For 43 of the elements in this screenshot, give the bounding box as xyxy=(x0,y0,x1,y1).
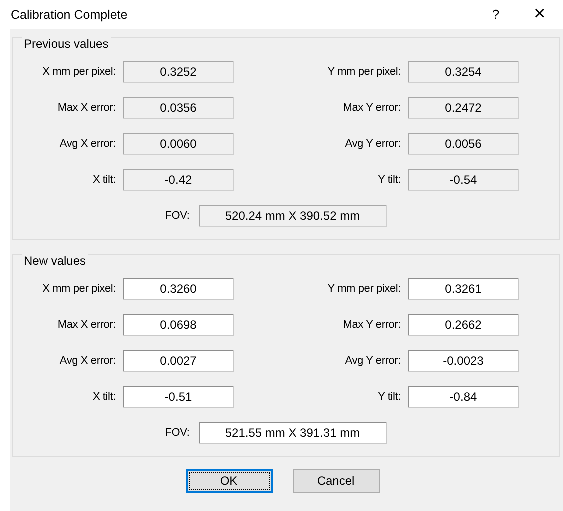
field-label: Max X error: xyxy=(56,102,117,114)
group-title: New values xyxy=(22,254,88,268)
value-field[interactable]: 0.0027 xyxy=(123,350,234,372)
field-label: X mm per pixel: xyxy=(42,283,117,295)
field-label: Avg X error: xyxy=(58,138,117,150)
field-label: Max X error: xyxy=(56,319,117,331)
field-label: X tilt: xyxy=(92,391,117,403)
close-button[interactable]: × xyxy=(527,3,553,26)
field-label: Y tilt: xyxy=(377,174,402,186)
value-field: 0.0056 xyxy=(408,133,519,155)
field-label: Avg Y error: xyxy=(344,138,402,150)
value-field[interactable]: -0.51 xyxy=(123,386,234,408)
field-label: Y mm per pixel: xyxy=(326,66,402,78)
field-label: FOV: xyxy=(165,210,191,222)
field-label: Max Y error: xyxy=(342,319,402,331)
help-button[interactable]: ? xyxy=(481,7,511,22)
value-field[interactable]: -0.0023 xyxy=(408,350,519,372)
field-label: Y mm per pixel: xyxy=(326,283,402,295)
field-label: X mm per pixel: xyxy=(42,66,117,78)
field-label: Avg Y error: xyxy=(344,355,402,367)
window-title: Calibration Complete xyxy=(11,8,129,22)
group-title: Previous values xyxy=(22,37,111,51)
field-label: FOV: xyxy=(165,427,191,439)
value-field: 0.2472 xyxy=(408,97,519,119)
value-field[interactable]: 0.0698 xyxy=(123,314,234,336)
value-field[interactable]: 0.3261 xyxy=(408,278,519,300)
ok-button[interactable]: OK xyxy=(186,469,272,493)
field-label: X tilt: xyxy=(92,174,117,186)
value-field[interactable]: -0.84 xyxy=(408,386,519,408)
value-field: -0.42 xyxy=(123,169,234,191)
value-field: -0.54 xyxy=(408,169,519,191)
value-field[interactable]: 0.3260 xyxy=(123,278,234,300)
value-field: 0.3254 xyxy=(408,61,519,83)
value-field[interactable]: 521.55 mm X 391.31 mm xyxy=(198,422,387,444)
value-field[interactable]: 0.2662 xyxy=(408,314,519,336)
value-field: 520.24 mm X 390.52 mm xyxy=(198,205,387,227)
field-label: Avg X error: xyxy=(58,355,117,367)
value-field: 0.0356 xyxy=(123,97,234,119)
field-label: Max Y error: xyxy=(342,102,402,114)
cancel-button[interactable]: Cancel xyxy=(292,469,380,493)
value-field: 0.3252 xyxy=(123,61,234,83)
field-label: Y tilt: xyxy=(377,391,402,403)
value-field: 0.0060 xyxy=(123,133,234,155)
